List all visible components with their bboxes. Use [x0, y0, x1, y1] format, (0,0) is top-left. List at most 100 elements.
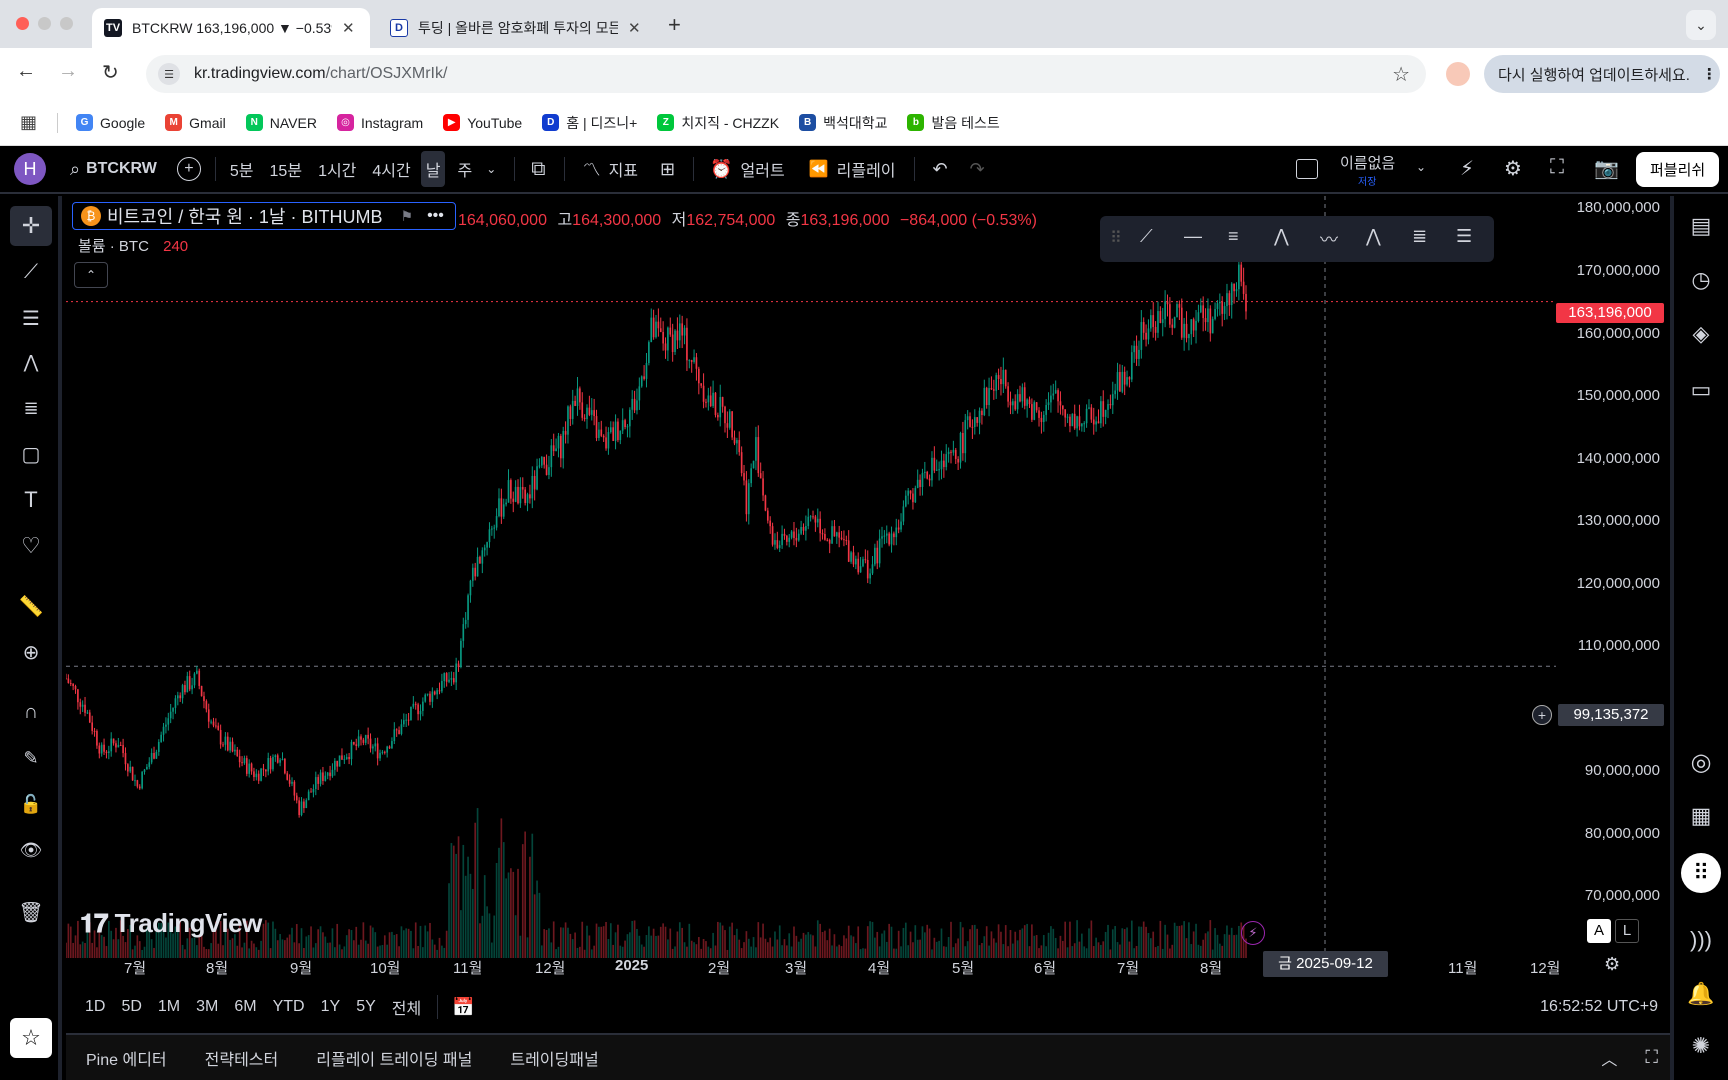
range-3m[interactable]: 3M — [196, 998, 218, 1016]
lightning-event-icon[interactable]: ⚡ — [1241, 921, 1265, 945]
chat-icon[interactable]: ▭ — [1683, 372, 1719, 408]
replay-button[interactable]: 리플레이 — [837, 157, 896, 181]
crosshair-tool-icon[interactable]: ✛ — [10, 206, 52, 246]
pitchfork-icon[interactable]: ⋀ — [1274, 226, 1289, 247]
symbol-legend-box[interactable]: ₿ 비트코인 / 한국 원 · 1날 · BITHUMB ⚑ ••• — [72, 202, 456, 230]
publish-button[interactable]: 퍼블리쉬 — [1636, 152, 1720, 187]
settings-gear-icon[interactable]: ⚙ — [1504, 156, 1522, 181]
interval-dropdown-chevron-icon[interactable]: ⌄ — [486, 162, 496, 176]
horizontal-ray-icon[interactable]: — — [1184, 226, 1202, 247]
interval-1w[interactable]: 주 — [457, 157, 472, 181]
forward-arrow-icon[interactable]: → — [58, 60, 78, 83]
compare-add-icon[interactable]: + — [176, 157, 201, 181]
alert-button[interactable]: 얼러트 — [741, 157, 785, 181]
long-position-icon[interactable]: ≣ — [1412, 226, 1427, 247]
range-5d[interactable]: 5D — [121, 998, 141, 1016]
text-tool-icon[interactable]: T — [10, 480, 52, 520]
bookmark-naver[interactable]: N NAVER — [245, 114, 317, 131]
close-window-button[interactable] — [16, 17, 29, 30]
redo-icon[interactable]: ↷ — [970, 159, 985, 180]
broadcast-icon[interactable]: ))) — [1683, 922, 1719, 958]
add-alert-plus-icon[interactable]: + — [1532, 705, 1552, 725]
fib-retracement-tool-icon[interactable]: ☰ — [10, 298, 52, 338]
trend-line-tool-icon[interactable]: ⟋ — [10, 252, 52, 292]
interval-4h[interactable]: 4시간 — [372, 157, 410, 181]
bookmark-star-icon[interactable]: ☆ — [1392, 62, 1410, 87]
interval-1h[interactable]: 1시간 — [318, 157, 356, 181]
pattern-tool-icon[interactable]: ⋀ — [10, 342, 52, 382]
forecast-tool-icon[interactable]: ≣ — [10, 388, 52, 428]
range-1y[interactable]: 1Y — [321, 998, 341, 1016]
indicators-icon[interactable]: 〽 — [583, 156, 601, 182]
alert-clock-icon[interactable]: ⏰ — [710, 159, 732, 180]
trend-line-icon[interactable]: ⟋ — [1140, 226, 1153, 247]
replay-icon[interactable]: ⏪ — [809, 159, 829, 179]
fib-tool-icon[interactable]: ☰ — [1456, 226, 1472, 247]
interval-5m[interactable]: 5분 — [230, 157, 254, 181]
help-icon[interactable]: ✺ — [1683, 1028, 1719, 1064]
hide-drawings-eye-icon[interactable]: 👁 — [10, 830, 52, 870]
time-axis-settings-icon[interactable]: ⚙ — [1604, 954, 1620, 975]
omnibox[interactable]: ☰ kr.tradingview.com /chart/OSJXMrIk/ ☆ — [146, 55, 1426, 93]
bookmark-baekseok[interactable]: B 백석대학교 — [799, 113, 887, 133]
flag-icon[interactable]: ⚑ — [401, 208, 414, 225]
layout-dropdown-chevron-icon[interactable]: ⌄ — [1416, 160, 1426, 174]
favorites-star-icon[interactable]: ☆ — [10, 1018, 52, 1058]
close-tab-icon[interactable]: ✕ — [628, 19, 641, 37]
drawing-lock-pen-icon[interactable]: ✎ — [10, 738, 52, 778]
lock-all-drawings-icon[interactable]: 🔓 — [10, 784, 52, 824]
range-ytd[interactable]: YTD — [273, 998, 305, 1016]
bookmark-pronunciation[interactable]: b 발음 테스트 — [907, 113, 1000, 133]
browser-tab-tooding[interactable]: D 투딩 | 올바른 암호화폐 투자의 모든 것 ✕ — [378, 8, 658, 48]
bookmark-disney[interactable]: D 홈 | 디즈니+ — [542, 113, 637, 133]
auto-scale-button[interactable]: A — [1587, 919, 1611, 943]
site-info-icon[interactable]: ☰ — [158, 63, 180, 85]
tab-replay-trading-panel[interactable]: 리플레이 트레이딩 패널 — [316, 1046, 472, 1070]
zoom-window-button[interactable] — [60, 17, 73, 30]
market-pulse-icon[interactable]: ◎ — [1683, 744, 1719, 780]
calendar-icon[interactable]: ▦ — [1683, 798, 1719, 834]
bookmark-instagram[interactable]: ◎ Instagram — [336, 114, 423, 131]
shapes-tool-icon[interactable]: ▢ — [10, 434, 52, 474]
chart-pane[interactable] — [65, 196, 1670, 981]
alerts-clock-icon[interactable]: ◷ — [1683, 262, 1719, 298]
log-scale-button[interactable]: L — [1615, 919, 1639, 943]
bookmark-gmail[interactable]: M Gmail — [165, 114, 226, 131]
fullscreen-icon[interactable]: ⛶ — [1550, 156, 1564, 179]
tab-trading-panel[interactable]: 트레이딩패널 — [510, 1046, 598, 1070]
candles-style-icon[interactable]: ⧉ — [531, 158, 545, 181]
maximize-panel-icon[interactable]: ⛶ — [1645, 1047, 1658, 1068]
magnet-icon[interactable]: ∩ — [10, 692, 52, 732]
more-menu-icon[interactable]: ⋮ — [1702, 65, 1717, 83]
user-avatar[interactable]: H — [14, 153, 46, 185]
quick-search-icon[interactable]: ⚡ — [1460, 156, 1474, 181]
bookmark-google[interactable]: G Google — [76, 114, 145, 131]
symbol-search[interactable]: BTCKRW — [86, 160, 157, 178]
reload-icon[interactable]: ↻ — [102, 60, 119, 85]
templates-grid-icon[interactable]: ⊞ — [660, 159, 675, 180]
range-all[interactable]: 전체 — [392, 995, 421, 1019]
abc-pattern-icon[interactable]: ⋀ — [1366, 226, 1381, 247]
measure-ruler-icon[interactable]: 📏 — [10, 586, 52, 626]
layout-name[interactable]: 이름없음 — [1340, 152, 1395, 173]
update-chrome-button[interactable]: 다시 실행하여 업데이트하세요. ⋮ — [1484, 55, 1720, 93]
collapse-legend-chevron-up-icon[interactable]: ⌃ — [74, 262, 108, 288]
apps-grid-icon[interactable]: ▦ — [20, 112, 37, 133]
bookmark-chzzk[interactable]: Z 치지직 - CHZZK — [657, 113, 779, 133]
icons-heart-tool-icon[interactable]: ♡ — [10, 526, 52, 566]
range-1m[interactable]: 1M — [158, 998, 180, 1016]
clock-timezone[interactable]: 16:52:52 UTC+9 — [1540, 998, 1658, 1016]
range-6m[interactable]: 6M — [234, 998, 256, 1016]
indicators-button[interactable]: 지표 — [609, 157, 638, 181]
range-5y[interactable]: 5Y — [356, 998, 376, 1016]
back-arrow-icon[interactable]: ← — [16, 60, 36, 83]
tab-pine-editor[interactable]: Pine 에디터 — [86, 1046, 167, 1070]
snapshot-camera-icon[interactable]: 📷 — [1594, 156, 1619, 181]
interval-15m[interactable]: 15분 — [270, 157, 303, 181]
notifications-bell-icon[interactable]: 🔔 — [1683, 976, 1719, 1012]
new-tab-button[interactable]: + — [668, 12, 681, 38]
price-chart-svg[interactable] — [65, 196, 1670, 981]
tab-strategy-tester[interactable]: 전략테스터 — [205, 1046, 279, 1070]
layout-select-icon[interactable] — [1296, 159, 1318, 179]
collapse-panel-chevron-icon[interactable]: ︿ — [1601, 1046, 1617, 1070]
